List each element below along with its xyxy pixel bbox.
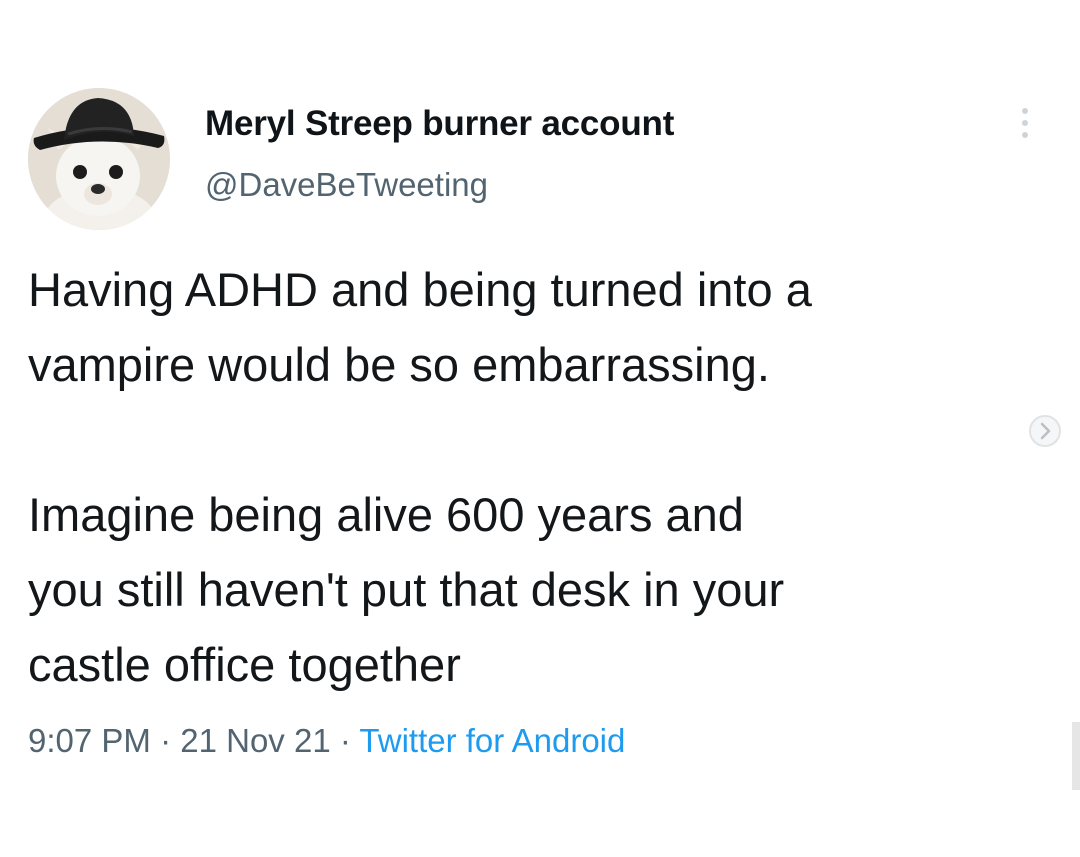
meta-separator: · xyxy=(150,722,181,759)
tweet-text: Having ADHD and being turned into a vamp… xyxy=(28,252,1048,702)
user-handle[interactable]: @DaveBeTweeting xyxy=(205,166,488,204)
tweet-date[interactable]: 21 Nov 21 xyxy=(180,722,330,759)
tweet-paragraph: Having ADHD and being turned into a vamp… xyxy=(28,263,812,391)
tweet-source-link[interactable]: Twitter for Android xyxy=(359,722,625,759)
tweet-time[interactable]: 9:07 PM xyxy=(28,722,151,759)
scrollbar[interactable] xyxy=(1072,722,1080,790)
tweet-meta: 9:07 PM · 21 Nov 21 · Twitter for Androi… xyxy=(28,722,625,760)
tweet-paragraph: Imagine being alive 600 years and you st… xyxy=(28,488,785,691)
tweet-card: Meryl Streep burner account @DaveBeTweet… xyxy=(0,0,1080,857)
meta-separator: · xyxy=(330,722,360,759)
avatar[interactable] xyxy=(28,88,170,230)
chevron-right-icon[interactable] xyxy=(1025,413,1065,449)
display-name[interactable]: Meryl Streep burner account xyxy=(205,104,674,144)
more-options-icon[interactable] xyxy=(1014,108,1036,148)
dog-avatar-icon xyxy=(28,88,170,230)
